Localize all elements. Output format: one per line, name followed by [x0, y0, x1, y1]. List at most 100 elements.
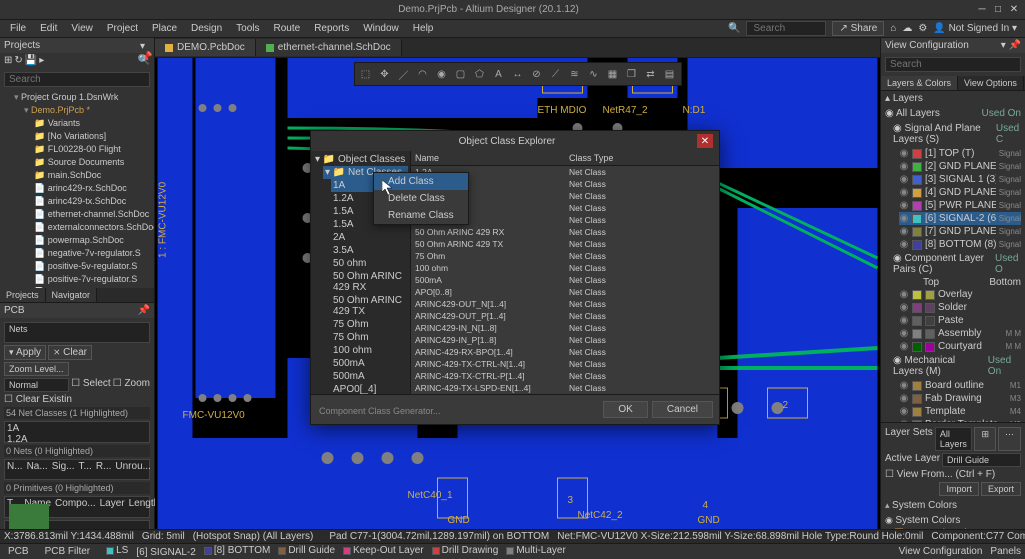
cancel-button[interactable]: Cancel — [652, 401, 713, 418]
tree-item[interactable]: 📄 positive-7v-regulator.S — [34, 273, 150, 286]
class-item[interactable]: 2A — [331, 231, 408, 244]
layer-search[interactable] — [885, 57, 1021, 72]
view-config-btn[interactable]: View Configuration — [899, 546, 983, 557]
viewfrom-check[interactable]: ☐ View From... (Ctrl + F) — [885, 469, 1021, 480]
tb-layer-icon[interactable]: ▤ — [661, 65, 679, 83]
menu-tools[interactable]: Tools — [230, 21, 265, 36]
ctx-rename-class[interactable]: Rename Class — [374, 207, 468, 224]
tb-poly-icon[interactable]: ⬠ — [471, 65, 489, 83]
import-button[interactable]: Import — [939, 482, 979, 496]
menu-edit[interactable]: Edit — [34, 21, 63, 36]
class-name[interactable]: 50 Ohm ARINC 429 TX — [411, 238, 565, 250]
class-item[interactable]: 75 Ohm — [331, 331, 408, 344]
class-item[interactable]: APO0[_4] — [331, 383, 408, 394]
tb-dim-icon[interactable]: ↔ — [509, 65, 527, 83]
class-name[interactable]: ARINC429-OUT_P[1..4] — [411, 310, 565, 322]
class-item[interactable]: 50 ohm — [331, 257, 408, 270]
menu-window[interactable]: Window — [357, 21, 405, 36]
netclasses-list[interactable]: 1A1.2A — [4, 421, 150, 442]
pin-icon[interactable]: ▾ 📌 — [1001, 40, 1021, 51]
class-name[interactable]: 500mA — [411, 274, 565, 286]
class-name[interactable]: 75 Ohm — [411, 250, 565, 262]
layer-item[interactable]: ◉[3] SIGNAL 1 (3)Signal — [899, 173, 1021, 186]
tb-text-icon[interactable]: A — [490, 65, 508, 83]
tab-pcbdoc[interactable]: DEMO.PcbDoc — [155, 39, 256, 56]
status-layer-tab[interactable]: Drill Guide — [274, 545, 339, 556]
layer-item[interactable]: ◉[5] PWR PLANE-1 (5)Signal — [899, 199, 1021, 212]
zoom-button[interactable]: Zoom Level... — [4, 362, 69, 376]
layer-list[interactable]: ▴ Layers ◉ All LayersUsed On ◉ Signal An… — [881, 91, 1025, 422]
project-root[interactable]: Demo.PrjPcb * — [24, 104, 150, 117]
class-name[interactable]: ARINC-429-TX-CTRL-N[1..4] — [411, 358, 565, 370]
tab-schdoc[interactable]: ethernet-channel.SchDoc — [256, 39, 402, 56]
minimize-icon[interactable]: ─ — [975, 3, 989, 17]
layersets-dd[interactable]: All Layers — [935, 427, 973, 451]
class-name[interactable]: 50 Ohm ARINC 429 RX — [411, 226, 565, 238]
tree-item[interactable]: 📄 positive-5v-regulator.S — [34, 260, 150, 273]
tb-3d-icon[interactable]: ❒ — [623, 65, 641, 83]
menu-help[interactable]: Help — [407, 21, 440, 36]
compile-icon[interactable]: ▸ — [39, 55, 44, 66]
layer-item[interactable]: ◉Board outlineM1 — [899, 379, 1021, 392]
apply-button[interactable]: ▾ Apply — [4, 345, 46, 360]
tb-via-icon[interactable]: ◉ — [433, 65, 451, 83]
cloud-icon[interactable]: ☁ — [902, 23, 912, 34]
panels-btn[interactable]: Panels — [990, 546, 1021, 557]
tree-item[interactable]: 📄 arinc429-rx.SchDoc — [34, 182, 150, 195]
class-item[interactable]: 500mA — [331, 357, 408, 370]
tree-item[interactable]: 📁 Variants — [34, 117, 150, 130]
class-name[interactable]: ARINC429-OUT_N[1..4] — [411, 298, 565, 310]
global-search[interactable] — [746, 21, 826, 36]
layerset-add[interactable]: ⊞ — [974, 427, 996, 451]
tb-tune-icon[interactable]: ∿ — [585, 65, 603, 83]
search2-icon[interactable]: 🔍 — [138, 55, 150, 66]
tree-icon[interactable]: ⊞ — [4, 55, 12, 66]
clear-check[interactable]: ☐ Clear Existin — [4, 394, 72, 405]
menu-reports[interactable]: Reports — [308, 21, 355, 36]
tb-line-icon[interactable]: ／ — [395, 65, 413, 83]
layer-item[interactable]: ◉[4] GND PLANE-2 (4)Signal — [899, 186, 1021, 199]
status-layer-tab[interactable]: Drill Drawing — [428, 545, 503, 556]
tb-flip-icon[interactable]: ⇄ — [642, 65, 660, 83]
tb-pointer-icon[interactable]: ⬚ — [357, 65, 375, 83]
class-item[interactable]: 3.5A — [331, 244, 408, 257]
project-group[interactable]: Project Group 1.DsnWrk — [14, 91, 150, 104]
tb-keep-icon[interactable]: ⊘ — [528, 65, 546, 83]
class-item[interactable]: 500mA — [331, 370, 408, 383]
tab-view-options[interactable]: View Options — [958, 76, 1024, 90]
tree-item[interactable]: 📄 externalconnectors.SchDoc — [34, 221, 150, 234]
status-layer-tab[interactable]: Multi-Layer — [502, 545, 569, 556]
layer-item[interactable]: ◉Overlay — [899, 288, 1021, 301]
status-layer-tab[interactable]: [6] SIGNAL-2 — [132, 547, 199, 558]
status-layer-tab[interactable]: [8] BOTTOM — [200, 545, 275, 556]
class-name[interactable]: ARINC-429-RX-BPO[1..4] — [411, 346, 565, 358]
layer-item[interactable]: ◉[1] TOP (T)Signal — [899, 147, 1021, 160]
tree-item[interactable]: 📁 Source Documents — [34, 156, 150, 169]
tb-mask-icon[interactable]: ▦ — [604, 65, 622, 83]
export-button[interactable]: Export — [981, 482, 1021, 496]
menu-design[interactable]: Design — [185, 21, 228, 36]
class-item[interactable]: 100 ohm — [331, 344, 408, 357]
class-item[interactable]: 75 Ohm — [331, 318, 408, 331]
active-layer-dd[interactable]: Drill Guide — [942, 453, 1021, 467]
class-name[interactable]: ARINC-429-TX-CTRL-P[1..4] — [411, 370, 565, 382]
status-tab-pcb[interactable]: PCB — [4, 546, 33, 557]
class-name[interactable]: ARINC429-IN_N[1..8] — [411, 322, 565, 334]
menu-project[interactable]: Project — [101, 21, 144, 36]
project-tree[interactable]: Project Group 1.DsnWrk Demo.PrjPcb * 📁 V… — [0, 68, 154, 288]
layer-item[interactable]: ◉TemplateM4 — [899, 405, 1021, 418]
menu-file[interactable]: File — [4, 21, 32, 36]
tb-route-icon[interactable]: ⟋ — [547, 65, 565, 83]
status-layer-tab[interactable]: Keep-Out Layer — [339, 545, 428, 556]
tab-layers-colors[interactable]: Layers & Colors — [881, 76, 958, 90]
layer-item[interactable]: ◉[2] GND PLANE-1 (2)Signal — [899, 160, 1021, 173]
layer-item[interactable]: ◉[8] BOTTOM (8)Signal — [899, 238, 1021, 251]
class-item[interactable]: 50 Ohm ARINC 429 TX — [331, 294, 408, 318]
tree-item[interactable]: 📄 ethernet-channel.SchDoc — [34, 208, 150, 221]
class-name[interactable]: ARINC-429-TX-LSPD-EN[1..4] — [411, 382, 565, 394]
nets-dropdown[interactable]: Nets — [4, 322, 150, 343]
layer-item[interactable]: ◉AssemblyM M — [899, 327, 1021, 340]
menu-route[interactable]: Route — [268, 21, 307, 36]
home-icon[interactable]: ⌂ — [890, 23, 896, 34]
layer-item[interactable]: ◉[7] GND PLANE-3 (7)Signal — [899, 225, 1021, 238]
